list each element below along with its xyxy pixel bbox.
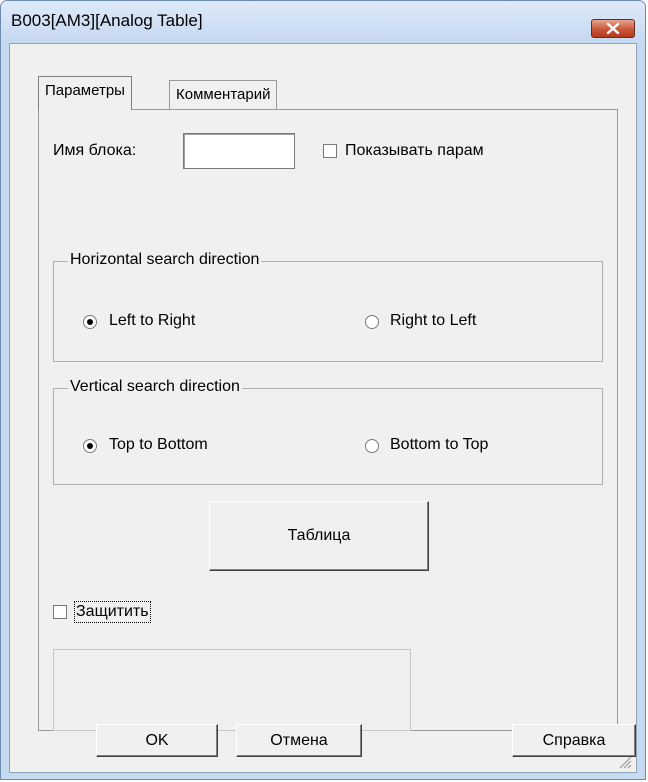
tab-comment-label: Комментарий xyxy=(176,86,271,103)
dialog-window: B003[AM3][Analog Table] Комментарий Пара… xyxy=(0,0,646,780)
table-button[interactable]: Таблица xyxy=(209,501,429,571)
bottom-to-top-label[interactable]: Bottom to Top xyxy=(390,436,488,454)
window-title: B003[AM3][Analog Table] xyxy=(11,11,203,30)
ok-button-label: OK xyxy=(145,732,169,749)
protect-label[interactable]: Защитить xyxy=(74,601,151,623)
dialog-client-area: Комментарий Параметры Имя блока: Показыв… xyxy=(9,43,637,773)
bottom-to-top-radio[interactable] xyxy=(365,439,379,453)
block-name-input[interactable] xyxy=(183,133,295,169)
help-button-label: Справка xyxy=(542,732,606,749)
resize-grip-icon[interactable] xyxy=(618,755,632,769)
title-bar[interactable]: B003[AM3][Analog Table] xyxy=(1,1,645,41)
horizontal-search-title: Horizontal search direction xyxy=(68,251,262,269)
help-button[interactable]: Справка xyxy=(512,724,636,757)
tab-parameters-label: Параметры xyxy=(45,82,125,99)
vertical-search-group: Vertical search direction Top to Bottom … xyxy=(53,378,603,485)
block-name-label: Имя блока: xyxy=(53,142,137,159)
info-box xyxy=(53,649,411,731)
table-button-label: Таблица xyxy=(287,527,351,544)
vertical-search-title: Vertical search direction xyxy=(68,378,242,396)
close-button[interactable] xyxy=(591,19,635,38)
close-icon xyxy=(606,22,620,35)
parameters-panel: Имя блока: Показывать парам Horizontal s… xyxy=(38,109,618,731)
right-to-left-radio[interactable] xyxy=(365,315,379,329)
cancel-button-label: Отмена xyxy=(270,732,328,749)
top-to-bottom-label[interactable]: Top to Bottom xyxy=(109,436,208,454)
cancel-button[interactable]: Отмена xyxy=(236,724,362,757)
show-params-label[interactable]: Показывать парам xyxy=(345,142,484,160)
protect-checkbox[interactable] xyxy=(53,605,67,619)
tab-comment[interactable]: Комментарий xyxy=(169,80,278,110)
tab-parameters[interactable]: Параметры xyxy=(38,76,132,110)
top-to-bottom-radio[interactable] xyxy=(83,439,97,453)
horizontal-search-group: Horizontal search direction Left to Righ… xyxy=(53,251,603,362)
left-to-right-radio[interactable] xyxy=(83,315,97,329)
left-to-right-label[interactable]: Left to Right xyxy=(109,312,195,330)
right-to-left-label[interactable]: Right to Left xyxy=(390,312,476,330)
show-params-checkbox[interactable] xyxy=(323,144,337,158)
ok-button[interactable]: OK xyxy=(96,724,218,757)
